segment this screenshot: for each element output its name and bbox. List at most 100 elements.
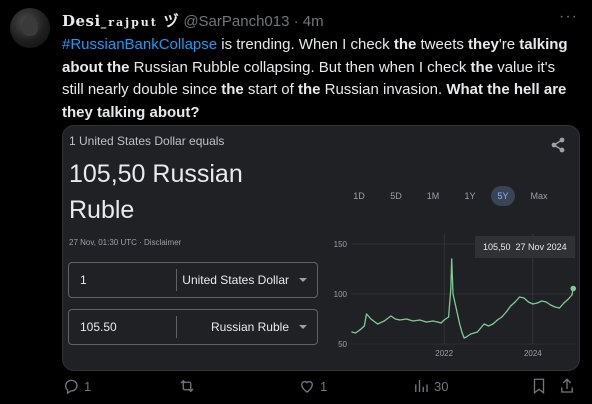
reply-button[interactable]: 1: [62, 374, 91, 398]
chevron-down-icon[interactable]: [299, 325, 307, 329]
tooltip-date: 27 Nov 2024: [515, 242, 567, 252]
data-point: [412, 320, 414, 322]
data-point: [436, 321, 439, 323]
tweet-header: Desi_rajput ヅ @SarPanch013 · 4m: [62, 10, 324, 31]
view-count: 30: [434, 378, 449, 394]
data-point: [377, 323, 379, 325]
tab-1y[interactable]: 1Y: [458, 186, 482, 206]
data-point: [536, 302, 538, 304]
views-chart-icon: [415, 380, 428, 392]
data-point: [399, 319, 401, 321]
more-options-icon[interactable]: ···: [559, 8, 578, 26]
display-name[interactable]: Desi_rajput ヅ: [62, 12, 179, 30]
data-point: [501, 316, 503, 318]
avatar-figure: [22, 16, 38, 36]
x-tick-label: 2024: [524, 349, 542, 358]
from-currency-row[interactable]: 1 United States Dollar: [68, 262, 318, 298]
retweet-button[interactable]: [178, 374, 200, 398]
like-button[interactable]: 1: [298, 374, 327, 398]
data-point: [487, 325, 490, 327]
handle-and-time[interactable]: @SarPanch013 · 4m: [183, 13, 323, 30]
reply-count: 1: [84, 378, 92, 394]
data-point: [476, 331, 479, 333]
tweet-text-run: start of: [243, 81, 298, 98]
data-point: [492, 323, 494, 325]
bookmark-button[interactable]: [530, 374, 548, 398]
heart-icon: [301, 380, 313, 393]
conversion-result: 105,50 Russian Ruble: [69, 160, 243, 224]
tweet-text-run: the: [297, 81, 321, 98]
row-divider: [176, 269, 177, 291]
tweet-text-run: Russian Rubble collapsing. But then when…: [129, 58, 471, 76]
from-currency-select[interactable]: United States Dollar: [182, 273, 289, 287]
share-button[interactable]: [558, 374, 576, 398]
hashtag-link[interactable]: #RussianBankCollapse: [62, 36, 217, 53]
avatar[interactable]: [10, 8, 50, 48]
data-point: [541, 300, 543, 302]
data-point: [571, 294, 573, 296]
data-point: [463, 337, 465, 339]
data-point: [523, 297, 525, 299]
data-point: [558, 307, 561, 309]
to-currency-select[interactable]: Russian Ruble: [211, 320, 289, 334]
tweet-text-run: tweets: [416, 36, 469, 53]
data-point: [432, 320, 434, 322]
data-point: [483, 323, 485, 325]
tab-1d[interactable]: 1D: [347, 186, 371, 206]
range-tabs: 1D 5D 1M 1Y 5Y Max: [343, 186, 553, 206]
data-point: [470, 333, 472, 335]
data-point: [450, 288, 452, 290]
chevron-down-icon[interactable]: [299, 278, 307, 282]
data-point: [452, 293, 454, 295]
currency-converter-card: 1 United States Dollar equals 105,50 Rus…: [62, 125, 580, 371]
data-point: [405, 318, 408, 320]
data-point: [419, 319, 421, 321]
data-point: [518, 296, 521, 298]
data-point: [451, 258, 453, 260]
data-point: [370, 318, 372, 320]
data-point: [359, 329, 361, 331]
data-point: [390, 315, 392, 317]
y-tick-label: 150: [334, 240, 348, 249]
tweet-text-run: the: [470, 58, 494, 76]
data-point: [363, 325, 365, 327]
tab-5d[interactable]: 5D: [384, 186, 408, 206]
from-amount-input[interactable]: 1: [80, 273, 87, 287]
views-button[interactable]: 30: [412, 374, 448, 398]
reply-icon: [65, 379, 78, 395]
data-point: [354, 332, 357, 334]
to-amount-input[interactable]: 105.50: [80, 320, 117, 334]
share-icon[interactable]: [549, 136, 567, 154]
data-point: [554, 306, 556, 308]
data-point: [527, 301, 530, 303]
data-point: [365, 313, 368, 315]
upload-icon: [561, 378, 573, 393]
to-currency-row[interactable]: 105.50 Russian Ruble: [68, 309, 318, 345]
tab-5y[interactable]: 5Y: [491, 186, 515, 206]
data-point: [447, 316, 450, 318]
x-tick-label: 2022: [435, 349, 453, 358]
tweet-actions: 1 1 30: [62, 374, 578, 398]
data-point: [425, 321, 428, 323]
data-point: [440, 322, 442, 324]
tweet-text-run: 're: [498, 36, 520, 53]
tweet-text: #RussianBankCollapse is trending. When I…: [62, 34, 574, 124]
bookmark-icon: [533, 378, 545, 395]
tweet-text-run: they: [468, 36, 499, 53]
timestamp-disclaimer[interactable]: 27 Nov, 01:30 UTC · Disclaimer: [69, 238, 181, 247]
y-tick-label: 50: [338, 340, 347, 349]
data-point: [510, 305, 512, 307]
tweet-text-run: Russian invasion.: [320, 81, 447, 98]
current-value-point: [570, 285, 577, 292]
tab-1m[interactable]: 1M: [421, 186, 445, 206]
tab-max[interactable]: Max: [527, 186, 551, 206]
data-point: [461, 331, 463, 333]
data-point: [351, 331, 353, 333]
tweet-text-run: the: [393, 36, 417, 53]
tweet-text-run: is trending. When I check: [217, 36, 394, 53]
equals-label: 1 United States Dollar equals: [69, 134, 225, 148]
data-point: [455, 309, 458, 311]
data-point: [383, 320, 385, 322]
data-point: [532, 303, 534, 305]
like-count: 1: [320, 378, 328, 394]
